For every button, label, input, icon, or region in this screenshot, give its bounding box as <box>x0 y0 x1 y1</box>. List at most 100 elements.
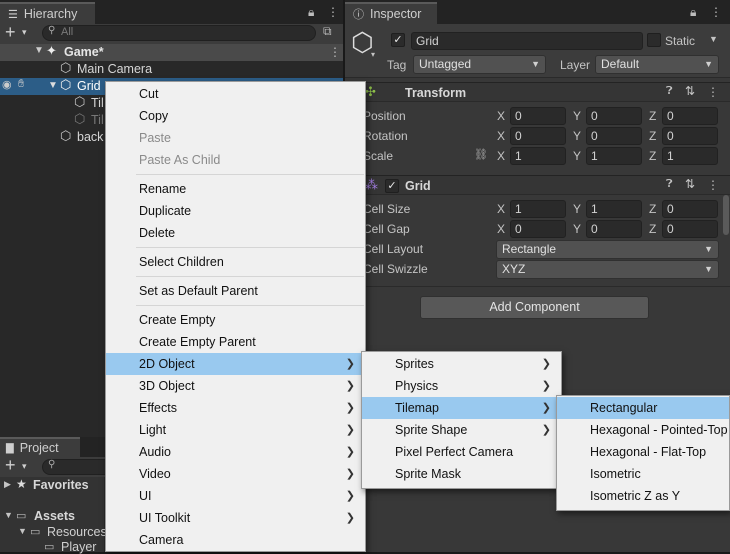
transform-header[interactable]: ✣ Transform ❓︎ ⇅ ⋮ <box>345 82 730 102</box>
inspector-tab[interactable]: ⓘ Inspector <box>345 2 437 24</box>
menu-item-audio[interactable]: Audio ❯ <box>106 441 365 463</box>
cell-layout-dropdown[interactable]: Rectangle ▼ <box>496 240 719 259</box>
position-z-field[interactable]: 0 <box>662 107 718 125</box>
static-checkbox[interactable] <box>647 33 661 47</box>
info-icon: ⓘ <box>353 9 364 21</box>
component-menu-icon[interactable]: ⋮ <box>707 178 719 192</box>
lock-icon[interactable]: 🔒︎ <box>690 5 696 20</box>
submenu-arrow-icon: ❯ <box>541 380 551 392</box>
position-row: Position X 0 Y 0 Z 0 <box>345 107 730 127</box>
cell-gap-z-field[interactable]: 0 <box>662 220 718 238</box>
cell-size-row: Cell Size X 1 Y 1 Z 0 <box>345 200 730 220</box>
layer-dropdown[interactable]: Default ▼ <box>595 55 719 74</box>
menu-item-tilemap[interactable]: Tilemap ❯ <box>362 397 561 419</box>
visibility-eye-icon[interactable]: ◉ <box>2 78 12 91</box>
foldout-open-icon[interactable]: ▼ <box>18 526 27 536</box>
grid-enabled-checkbox[interactable]: ✓ <box>385 179 399 193</box>
hierarchy-tab[interactable]: ☰ Hierarchy <box>0 2 95 24</box>
object-name-field[interactable]: Grid <box>411 32 643 50</box>
menu-item-rectangular[interactable]: Rectangular <box>557 397 729 419</box>
position-y-field[interactable]: 0 <box>586 107 642 125</box>
project-tab[interactable]: ▇ Project <box>0 437 80 457</box>
rotation-y-field[interactable]: 0 <box>586 127 642 145</box>
chevron-down-icon[interactable]: ▼ <box>709 34 718 44</box>
panel-menu-icon[interactable]: ⋮ <box>327 5 339 19</box>
foldout-open-icon: ▼ <box>34 45 44 56</box>
menu-item-pixel-perfect-camera[interactable]: Pixel Perfect Camera <box>362 441 561 463</box>
scene-row[interactable]: ▼ ✦ Game* ⋮ <box>0 43 343 61</box>
menu-item-create-empty-parent[interactable]: Create Empty Parent <box>106 331 365 353</box>
menu-item-light[interactable]: Light ❯ <box>106 419 365 441</box>
scale-z-field[interactable]: 1 <box>662 147 718 165</box>
pick-hand-icon[interactable]: ✋︎ <box>18 78 24 91</box>
menu-item-sprite-shape[interactable]: Sprite Shape ❯ <box>362 419 561 441</box>
menu-item-paste-as-child[interactable]: Paste As Child <box>106 149 365 171</box>
help-icon[interactable]: ❓︎ <box>666 85 673 98</box>
rotation-row: Rotation X 0 Y 0 Z 0 <box>345 127 730 147</box>
submenu-arrow-icon: ❯ <box>345 358 355 370</box>
scene-search-icon[interactable]: ⧉ <box>323 24 332 39</box>
tag-dropdown[interactable]: Untagged ▼ <box>413 55 546 74</box>
submenu-arrow-icon: ❯ <box>345 380 355 392</box>
menu-item-isometric[interactable]: Isometric <box>557 463 729 485</box>
chevron-down-icon[interactable]: ▾ <box>22 27 27 38</box>
menu-item-hexagonal-flat-top[interactable]: Hexagonal - Flat-Top <box>557 441 729 463</box>
constrain-proportions-icon[interactable]: ⛓︎ <box>474 148 488 161</box>
menu-item-set-default-parent[interactable]: Set as Default Parent <box>106 280 365 302</box>
presets-icon[interactable]: ⇅ <box>685 84 695 98</box>
grid-header[interactable]: ⁂ ✓ Grid ❓︎ ⇅ ⋮ <box>345 175 730 195</box>
menu-item-3d-object[interactable]: 3D Object ❯ <box>106 375 365 397</box>
help-icon[interactable]: ❓︎ <box>666 178 673 191</box>
menu-item-delete[interactable]: Delete <box>106 222 365 244</box>
add-component-button[interactable]: Add Component <box>420 296 649 319</box>
add-icon[interactable]: + <box>5 22 16 43</box>
cell-gap-x-field[interactable]: 0 <box>510 220 566 238</box>
folder-icon: ▭ <box>16 510 27 522</box>
cell-gap-y-field[interactable]: 0 <box>586 220 642 238</box>
search-input[interactable]: ⚲ All <box>42 25 316 41</box>
menu-item-ui[interactable]: UI ❯ <box>106 485 365 507</box>
rotation-x-field[interactable]: 0 <box>510 127 566 145</box>
cell-size-z-field[interactable]: 0 <box>662 200 718 218</box>
scene-menu-icon[interactable]: ⋮ <box>329 45 341 59</box>
menu-item-hexagonal-pointed-top[interactable]: Hexagonal - Pointed-Top <box>557 419 729 441</box>
cell-size-y-field[interactable]: 1 <box>586 200 642 218</box>
menu-item-2d-object[interactable]: 2D Object ❯ <box>106 353 365 375</box>
add-icon[interactable]: + <box>5 455 16 476</box>
rotation-z-field[interactable]: 0 <box>662 127 718 145</box>
chevron-down-icon[interactable]: ▾ <box>371 50 375 59</box>
panel-menu-icon[interactable]: ⋮ <box>710 5 722 19</box>
menu-item-cut[interactable]: Cut <box>106 83 365 105</box>
foldout-closed-icon[interactable]: ▶ <box>4 479 11 490</box>
foldout-open-icon[interactable]: ▼ <box>4 510 13 520</box>
active-checkbox[interactable]: ✓ <box>391 33 405 47</box>
menu-item-camera[interactable]: Camera <box>106 529 365 551</box>
menu-item-paste[interactable]: Paste <box>106 127 365 149</box>
scale-y-field[interactable]: 1 <box>586 147 642 165</box>
list-item[interactable]: ⬡ Main Camera <box>0 60 343 78</box>
menu-item-physics[interactable]: Physics ❯ <box>362 375 561 397</box>
menu-item-ui-toolkit[interactable]: UI Toolkit ❯ <box>106 507 365 529</box>
menu-item-video[interactable]: Video ❯ <box>106 463 365 485</box>
menu-separator <box>136 276 364 277</box>
menu-item-duplicate[interactable]: Duplicate <box>106 200 365 222</box>
menu-item-isometric-z-as-y[interactable]: Isometric Z as Y <box>557 485 729 507</box>
presets-icon[interactable]: ⇅ <box>685 177 695 191</box>
folder-icon: ▇ <box>6 442 14 454</box>
chevron-down-icon[interactable]: ▾ <box>22 461 27 472</box>
component-menu-icon[interactable]: ⋮ <box>707 85 719 99</box>
menu-item-effects[interactable]: Effects ❯ <box>106 397 365 419</box>
scale-x-field[interactable]: 1 <box>510 147 566 165</box>
cube-icon: ⬡ <box>74 111 86 126</box>
scrollbar[interactable] <box>723 195 729 235</box>
position-x-field[interactable]: 0 <box>510 107 566 125</box>
menu-item-sprites[interactable]: Sprites ❯ <box>362 353 561 375</box>
cell-swizzle-dropdown[interactable]: XYZ ▼ <box>496 260 719 279</box>
menu-item-rename[interactable]: Rename <box>106 178 365 200</box>
menu-item-sprite-mask[interactable]: Sprite Mask <box>362 463 561 485</box>
menu-item-create-empty[interactable]: Create Empty <box>106 309 365 331</box>
cell-size-x-field[interactable]: 1 <box>510 200 566 218</box>
lock-icon[interactable]: 🔒︎ <box>308 5 314 20</box>
menu-item-select-children[interactable]: Select Children <box>106 251 365 273</box>
menu-item-copy[interactable]: Copy <box>106 105 365 127</box>
